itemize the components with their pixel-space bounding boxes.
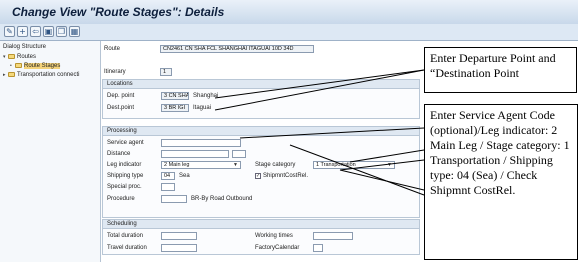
callout-processing-instructions: Enter Service Agent Code (optional)/Leg … — [424, 104, 578, 260]
departure-point-field[interactable]: 3 CN SHA — [161, 92, 189, 100]
processing-group: Processing Service agent Distance Leg in… — [102, 126, 420, 218]
chevron-down-icon[interactable]: ▼ — [233, 162, 238, 168]
leg-indicator-value: 2 Main leg — [164, 162, 190, 168]
travel-duration-field[interactable] — [161, 244, 197, 252]
stage-category-label: Stage category — [255, 162, 296, 168]
delete-icon[interactable]: ▦ — [69, 26, 80, 37]
procedure-field[interactable] — [161, 195, 187, 203]
shipping-type-field[interactable]: 04 — [161, 172, 175, 180]
stage-category-value: 1 Transportation — [316, 162, 356, 168]
procedure-label: Procedure — [107, 196, 135, 202]
copy-icon[interactable]: ❐ — [56, 26, 67, 37]
total-duration-field[interactable] — [161, 232, 197, 240]
locations-group-header: Locations — [103, 80, 419, 89]
itinerary-label: Itinerary — [104, 69, 126, 75]
distance-label: Distance — [107, 151, 131, 157]
destination-point-field[interactable]: 3 BR IGI — [161, 104, 189, 112]
stage-category-select[interactable]: 1 Transportation ▼ — [313, 161, 395, 169]
distance-field[interactable] — [161, 150, 229, 158]
chevron-down-icon[interactable]: ▼ — [387, 162, 392, 168]
route-field: CN2461 CN SHA FCL SHANGHAI ITAGUAI 10D 3… — [160, 45, 314, 53]
departure-point-label: Dep. point — [107, 93, 135, 99]
page-title: Change View "Route Stages": Details — [12, 5, 225, 19]
shipmnt-cost-rel-checkbox[interactable]: ✓ — [255, 173, 261, 179]
scheduling-title: Scheduling — [107, 221, 137, 227]
departure-point-name: Shanghai — [193, 93, 219, 99]
dialog-structure-panel: Dialog Structure ▾ Routes • Route Stages ▸… — [0, 41, 101, 262]
route-label: Route — [104, 46, 121, 52]
sidebar-item-label: Transportation connecti — [17, 72, 80, 78]
new-entries-icon[interactable]: + — [17, 26, 28, 37]
detail-form: Route CN2461 CN SHA FCL SHANGHAI ITAGUAI… — [102, 41, 420, 262]
special-proc-field[interactable] — [161, 183, 175, 191]
total-duration-label: Total duration — [107, 233, 144, 239]
sidebar-item-route-stages[interactable]: • Route Stages — [10, 62, 61, 70]
factory-calendar-label: FactoryCalendar — [255, 245, 300, 251]
scheduling-group: Scheduling Total duration Working times … — [102, 219, 420, 255]
processing-title: Processing — [107, 128, 137, 134]
working-times-label: Working times — [255, 233, 293, 239]
factory-calendar-field[interactable] — [313, 244, 323, 252]
edit-icon[interactable]: ✎ — [4, 26, 15, 37]
distance-unit-field[interactable] — [232, 150, 246, 158]
sidebar-item-label: Routes — [17, 54, 37, 60]
shipping-type-label: Shipping type — [107, 173, 144, 179]
sidebar-item-transportation-connection[interactable]: ▸ Transportation connecti — [3, 71, 79, 79]
processing-group-header: Processing — [103, 127, 419, 136]
itinerary-field: 1 — [160, 68, 172, 76]
scheduling-group-header: Scheduling — [103, 220, 419, 229]
travel-duration-label: Travel duration — [107, 245, 147, 251]
destination-point-name: Itaguai — [193, 105, 212, 111]
folder-icon — [8, 54, 15, 59]
leg-indicator-select[interactable]: 2 Main leg ▼ — [161, 161, 241, 169]
service-agent-label: Service agent — [107, 140, 144, 146]
navigate-back-icon[interactable]: ⇦ — [30, 26, 41, 37]
folder-icon — [8, 72, 15, 77]
save-icon[interactable]: ▣ — [43, 26, 54, 37]
shipmnt-cost-rel-label: ShipmntCostRel. — [263, 173, 309, 179]
sidebar-item-label: Route Stages — [24, 63, 61, 69]
shipping-type-name: Sea — [179, 173, 190, 179]
procedure-name: BR-By Road Outbound — [191, 196, 253, 202]
destination-point-label: Dest.point — [107, 105, 135, 111]
locations-group: Locations Dep. point 3 CN SHA Shanghai D… — [102, 79, 420, 119]
working-times-field[interactable] — [313, 232, 353, 240]
sidebar-item-routes[interactable]: ▾ Routes — [3, 53, 36, 61]
callout-departure-destination: Enter Departure Point and “Destination P… — [424, 47, 577, 93]
dialog-structure-header: Dialog Structure — [3, 44, 47, 50]
service-agent-field[interactable] — [161, 139, 241, 147]
open-folder-icon — [15, 63, 22, 68]
title-bar: Change View "Route Stages": Details — [0, 0, 578, 24]
leg-indicator-label: Leg indicator — [107, 162, 142, 168]
locations-title: Locations — [107, 81, 133, 87]
application-toolbar: ✎ + ⇦ ▣ ❐ ▦ — [0, 24, 578, 40]
special-proc-label: Special proc. — [107, 184, 142, 190]
